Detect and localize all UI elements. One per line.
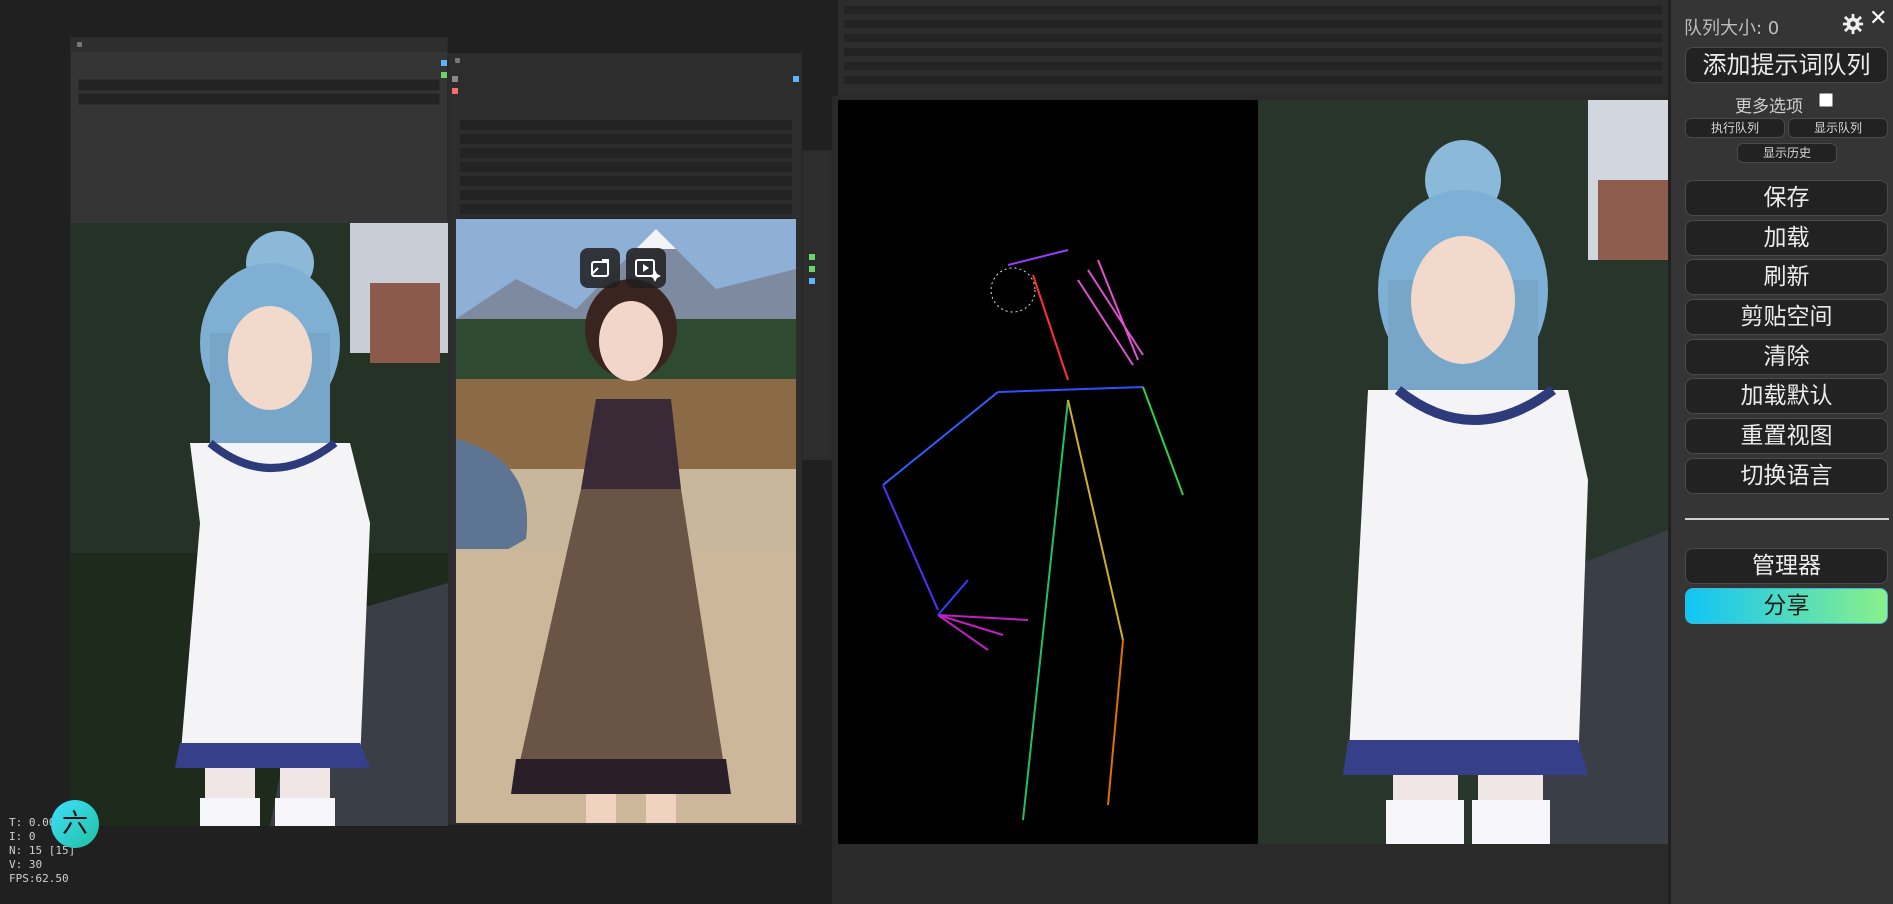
node-widget[interactable] (843, 61, 1663, 71)
node-header[interactable] (71, 38, 447, 52)
app-logo-button[interactable]: 六 (51, 800, 99, 848)
reference-image-preview (456, 219, 796, 823)
collapse-dot-icon[interactable] (77, 42, 82, 47)
run-queue-button[interactable]: 执行队列 (1685, 118, 1785, 138)
menu-divider (1685, 518, 1889, 520)
input-slot[interactable] (452, 76, 458, 82)
result-image-preview (1258, 100, 1668, 844)
settings-button[interactable] (1842, 13, 1864, 35)
node-widget[interactable] (459, 175, 793, 187)
side-menu: 队列大小: 0 ✕ 添加提示词队列 更多选项 执行队列 显示队列 显示历史 保存… (1670, 0, 1893, 904)
clear-button[interactable]: 清除 (1685, 339, 1888, 375)
node-widget[interactable] (843, 5, 1663, 15)
gear-icon (1842, 13, 1864, 35)
switch-language-button[interactable]: 切换语言 (1685, 458, 1888, 494)
node-widget[interactable] (459, 119, 793, 131)
show-queue-button[interactable]: 显示队列 (1788, 118, 1888, 138)
collapse-dot-icon[interactable] (455, 58, 460, 63)
clipspace-button[interactable]: 剪贴空间 (1685, 299, 1888, 335)
node-widget[interactable] (459, 161, 793, 173)
overlay-exit-button[interactable] (580, 248, 620, 288)
output-slot[interactable] (441, 72, 447, 78)
add-prompt-queue-button[interactable]: 添加提示词队列 (1685, 47, 1888, 83)
pose-skeleton (882, 249, 1184, 821)
node-widget[interactable] (843, 33, 1663, 43)
result-image (1258, 100, 1668, 844)
node-widget[interactable] (459, 203, 793, 215)
reference-image (456, 219, 796, 823)
more-options-checkbox[interactable] (1819, 93, 1833, 107)
load-image-node[interactable] (70, 37, 448, 225)
stat-visible: V: 30 (9, 858, 43, 871)
share-button[interactable]: 分享 (1685, 588, 1888, 624)
controlnet-node[interactable] (838, 0, 1668, 96)
more-options-label: 更多选项 (1735, 97, 1803, 117)
play-sparkle-icon (635, 259, 661, 282)
node-widget[interactable] (459, 133, 793, 145)
manager-button[interactable]: 管理器 (1685, 548, 1888, 584)
source-image-preview (70, 223, 448, 826)
queue-size-label: 队列大小: 0 (1684, 18, 1780, 39)
input-slot[interactable] (452, 88, 458, 94)
input-slot[interactable] (809, 266, 815, 272)
refresh-button[interactable]: 刷新 (1685, 259, 1888, 295)
side-node[interactable] (802, 150, 832, 460)
output-slot[interactable] (441, 60, 447, 66)
load-button[interactable]: 加载 (1685, 220, 1888, 256)
pose-preview (838, 100, 1258, 844)
save-button[interactable]: 保存 (1685, 180, 1888, 216)
node-widget[interactable] (843, 47, 1663, 57)
source-image (70, 223, 448, 826)
overlay-play-button[interactable] (626, 248, 666, 288)
load-default-button[interactable]: 加载默认 (1685, 378, 1888, 414)
graph-canvas[interactable]: T: 0.00s I: 0 N: 15 [15] V: 30 FPS:62.50… (0, 0, 1668, 904)
node-widget[interactable] (843, 19, 1663, 29)
node-widget[interactable] (459, 147, 793, 159)
reset-view-button[interactable]: 重置视图 (1685, 418, 1888, 454)
output-slot[interactable] (793, 76, 799, 82)
exit-fullscreen-icon (591, 259, 609, 277)
node-widget[interactable] (843, 75, 1663, 85)
node-widget[interactable] (78, 79, 440, 91)
show-history-button[interactable]: 显示历史 (1737, 143, 1837, 163)
node-widget[interactable] (459, 189, 793, 201)
node-header[interactable] (449, 54, 801, 68)
node-widget[interactable] (78, 93, 440, 105)
stat-fps: FPS:62.50 (9, 872, 69, 885)
input-slot[interactable] (809, 254, 815, 260)
close-icon[interactable]: ✕ (1869, 8, 1887, 30)
input-slot[interactable] (809, 278, 815, 284)
